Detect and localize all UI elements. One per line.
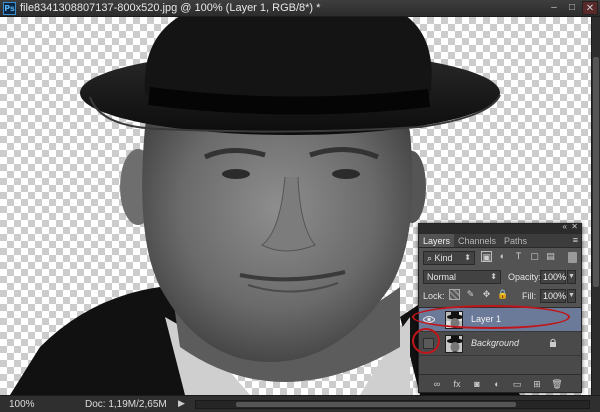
chevron-down-icon: ⬍	[464, 253, 471, 262]
fill-slider-arrow-icon[interactable]: ▼	[567, 289, 576, 303]
lock-all-icon[interactable]: 🔒	[497, 289, 508, 300]
tab-layers[interactable]: Layers	[419, 234, 455, 247]
filter-toggle[interactable]	[568, 252, 577, 263]
link-layers-icon[interactable]: ∞	[431, 378, 443, 390]
lock-image-pixels-brush-icon[interactable]: ✎	[465, 289, 476, 300]
collapse-panel-icon[interactable]: «	[563, 222, 567, 231]
add-mask-icon[interactable]: ◙	[471, 378, 483, 390]
opacity-label: Opacity:	[508, 272, 542, 282]
filter-kind-label: Kind	[434, 253, 453, 263]
tab-paths[interactable]: Paths	[500, 234, 531, 247]
fx-icon[interactable]: fx	[451, 378, 463, 390]
lock-transparent-pixels-icon[interactable]	[449, 289, 460, 300]
panel-menu-icon[interactable]: ≡	[573, 235, 578, 245]
horizontal-scroll-thumb[interactable]	[236, 402, 516, 407]
shape-filter-icon[interactable]: ▢	[529, 251, 540, 262]
lock-position-move-icon[interactable]: ✥	[481, 289, 492, 300]
blend-row: Normal ⬍ Opacity: 100% ▼	[419, 267, 581, 286]
lock-label: Lock:	[423, 291, 445, 301]
adjustment-layer-icon[interactable]: ◐	[491, 378, 503, 390]
window-controls: – □ ✕	[546, 1, 598, 15]
document-size-info: Doc: 1,19M/2,65M	[85, 399, 167, 410]
layer-filter-row: ⌕ Kind ⬍ ▣ ◐ T ▢ ▤	[419, 248, 581, 267]
opacity-slider-arrow-icon[interactable]: ▼	[567, 270, 576, 284]
zoom-level[interactable]: 100%	[9, 399, 35, 410]
annotation-circle-layer-1	[412, 305, 570, 329]
horizontal-scrollbar[interactable]	[195, 400, 590, 409]
vertical-scrollbar[interactable]	[591, 17, 600, 395]
status-bar: 100% Doc: 1,19M/2,65M ▶	[0, 395, 600, 412]
lock-row: Lock: ✎ ✥ 🔒 Fill: 100% ▼	[419, 286, 581, 305]
lock-icon	[550, 338, 556, 347]
blend-mode-dropdown[interactable]: Normal ⬍	[423, 270, 501, 284]
search-icon: ⌕	[427, 253, 435, 263]
blend-mode-label: Normal	[427, 272, 457, 282]
minimize-button[interactable]: –	[546, 1, 562, 15]
document-tab-title[interactable]: file8341308807137-800x520.jpg @ 100% (La…	[20, 2, 320, 14]
trash-icon[interactable]: 🗑	[551, 378, 563, 390]
group-folder-icon[interactable]: ▭	[511, 378, 523, 390]
adjustment-filter-icon[interactable]: ◐	[497, 251, 508, 262]
pixel-filter-icon[interactable]: ▣	[481, 251, 492, 262]
panel-header-strip: « ✕	[419, 222, 581, 234]
close-button[interactable]: ✕	[582, 1, 598, 15]
filter-kind-dropdown[interactable]: ⌕ Kind ⬍	[423, 251, 475, 265]
layer-name[interactable]: Background	[471, 338, 519, 348]
opacity-input[interactable]: 100%	[540, 270, 566, 284]
layer-row-background[interactable]: Background	[419, 332, 581, 356]
vertical-scroll-thumb[interactable]	[593, 57, 599, 287]
fill-input[interactable]: 100%	[540, 289, 566, 303]
footer-icons: ∞ fx ◙ ◐ ▭ ⊞ 🗑	[431, 378, 563, 390]
status-menu-arrow-icon[interactable]: ▶	[178, 398, 185, 409]
maximize-button[interactable]: □	[564, 1, 580, 15]
tab-channels[interactable]: Channels	[454, 234, 500, 247]
type-filter-icon[interactable]: T	[513, 251, 524, 262]
close-panel-icon[interactable]: ✕	[571, 222, 578, 231]
fill-label: Fill:	[522, 291, 536, 301]
smart-object-filter-icon[interactable]: ▤	[545, 251, 556, 262]
new-layer-icon[interactable]: ⊞	[531, 378, 543, 390]
chevron-down-icon: ⬍	[490, 272, 497, 281]
lock-icons: ✎ ✥ 🔒	[449, 289, 508, 300]
panel-tabs: Layers Channels Paths ≡	[419, 234, 581, 248]
layers-panel-footer: ∞ fx ◙ ◐ ▭ ⊞ 🗑	[419, 374, 581, 392]
filter-icons: ▣ ◐ T ▢ ▤	[481, 251, 556, 262]
photoshop-logo-icon: Ps	[3, 2, 16, 15]
layer-thumbnail	[445, 335, 463, 353]
title-bar: Ps file8341308807137-800x520.jpg @ 100% …	[0, 0, 600, 17]
annotation-circle-visibility	[412, 328, 440, 354]
